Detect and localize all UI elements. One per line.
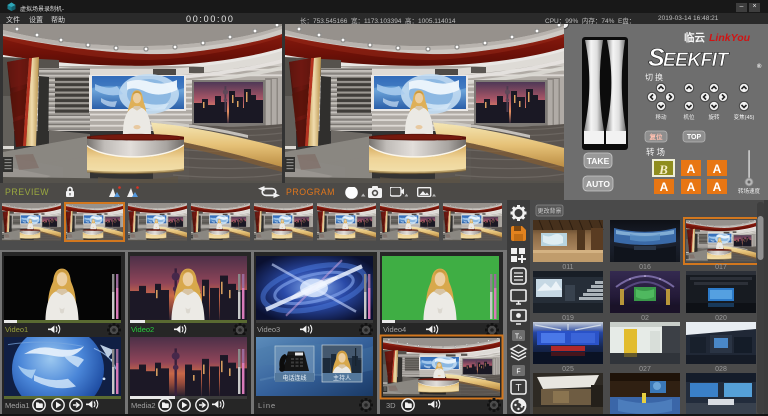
svg-text:复位: 复位 (649, 132, 664, 141)
svg-text:电话连线: 电话连线 (282, 374, 306, 382)
svg-text:转场: 转场 (646, 147, 667, 157)
svg-text:TOP: TOP (687, 134, 702, 141)
svg-text:EEKFIT: EEKFIT (663, 50, 729, 71)
svg-text:B: B (658, 162, 668, 177)
svg-text:A: A (713, 162, 722, 176)
svg-text:Media2: Media2 (131, 401, 156, 410)
svg-text:Media1: Media1 (5, 401, 30, 410)
svg-text:A: A (687, 162, 696, 176)
svg-text:3D: 3D (386, 401, 396, 410)
svg-text:028: 028 (715, 366, 727, 373)
svg-text:机位: 机位 (683, 113, 695, 121)
svg-text:AUTO: AUTO (586, 179, 610, 189)
svg-text:临云: 临云 (684, 31, 705, 44)
svg-text:Video1: Video1 (5, 325, 28, 334)
svg-text:A: A (660, 180, 669, 194)
svg-text:旋转: 旋转 (708, 113, 720, 121)
svg-text:变焦(45): 变焦(45) (734, 113, 755, 121)
svg-text:A: A (713, 180, 722, 194)
svg-text:02: 02 (641, 315, 649, 322)
svg-text:Video4: Video4 (383, 325, 406, 334)
svg-text:A: A (687, 180, 696, 194)
svg-text:移动: 移动 (655, 113, 667, 121)
svg-text:027: 027 (639, 366, 651, 373)
svg-text:Line: Line (258, 401, 276, 410)
svg-text:Video3: Video3 (257, 325, 280, 334)
svg-text:019: 019 (562, 315, 574, 322)
svg-text:Video2: Video2 (131, 325, 154, 334)
svg-text:主持人: 主持人 (333, 374, 351, 382)
svg-text:LinkYou: LinkYou (709, 32, 751, 44)
svg-text:025: 025 (562, 366, 574, 373)
svg-text:020: 020 (715, 315, 727, 322)
svg-text:017: 017 (715, 264, 727, 271)
svg-text:011: 011 (562, 264, 573, 271)
svg-text:转场速度: 转场速度 (738, 187, 761, 195)
svg-text:016: 016 (639, 264, 651, 271)
svg-text:更改背景: 更改背景 (537, 207, 561, 215)
svg-text:TAKE: TAKE (587, 156, 610, 166)
svg-text:切换: 切换 (645, 72, 665, 82)
svg-text:®: ® (757, 63, 762, 70)
